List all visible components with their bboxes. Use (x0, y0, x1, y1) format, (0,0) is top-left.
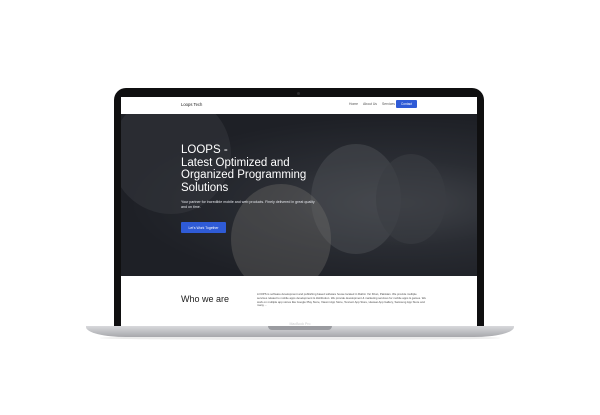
nav-link-home[interactable]: Home (349, 102, 358, 106)
device-model-label: MacBook Pro (289, 322, 311, 326)
laptop-notch (268, 326, 332, 330)
nav-link-about[interactable]: About Us (363, 102, 377, 106)
nav-link-services[interactable]: Services (382, 102, 395, 106)
brand-logo-text[interactable]: Loops Tech (181, 102, 202, 107)
about-section: Who we are LOOPS is software development… (121, 276, 477, 326)
camera-icon (297, 92, 300, 95)
about-text: LOOPS is software development and publis… (257, 292, 426, 308)
lets-work-together-button[interactable]: Let's Work Together (181, 222, 226, 233)
nav-links: Home About Us Services (349, 102, 395, 106)
site-navbar: Loops Tech Home About Us Services Contac… (121, 97, 477, 114)
hero-subtitle: Your partner for incredible mobile and w… (181, 200, 315, 209)
contact-button[interactable]: Contact (396, 100, 417, 108)
laptop-base: MacBook Pro (86, 322, 514, 337)
hero-section: LOOPS - Latest Optimized and Organized P… (121, 114, 477, 276)
about-title: Who we are (181, 294, 230, 304)
hero-title: LOOPS - Latest Optimized and Organized P… (181, 144, 307, 194)
hero-overlay (121, 114, 477, 276)
laptop-screen: Loops Tech Home About Us Services Contac… (121, 97, 477, 326)
laptop-lid: Loops Tech Home About Us Services Contac… (114, 88, 484, 326)
